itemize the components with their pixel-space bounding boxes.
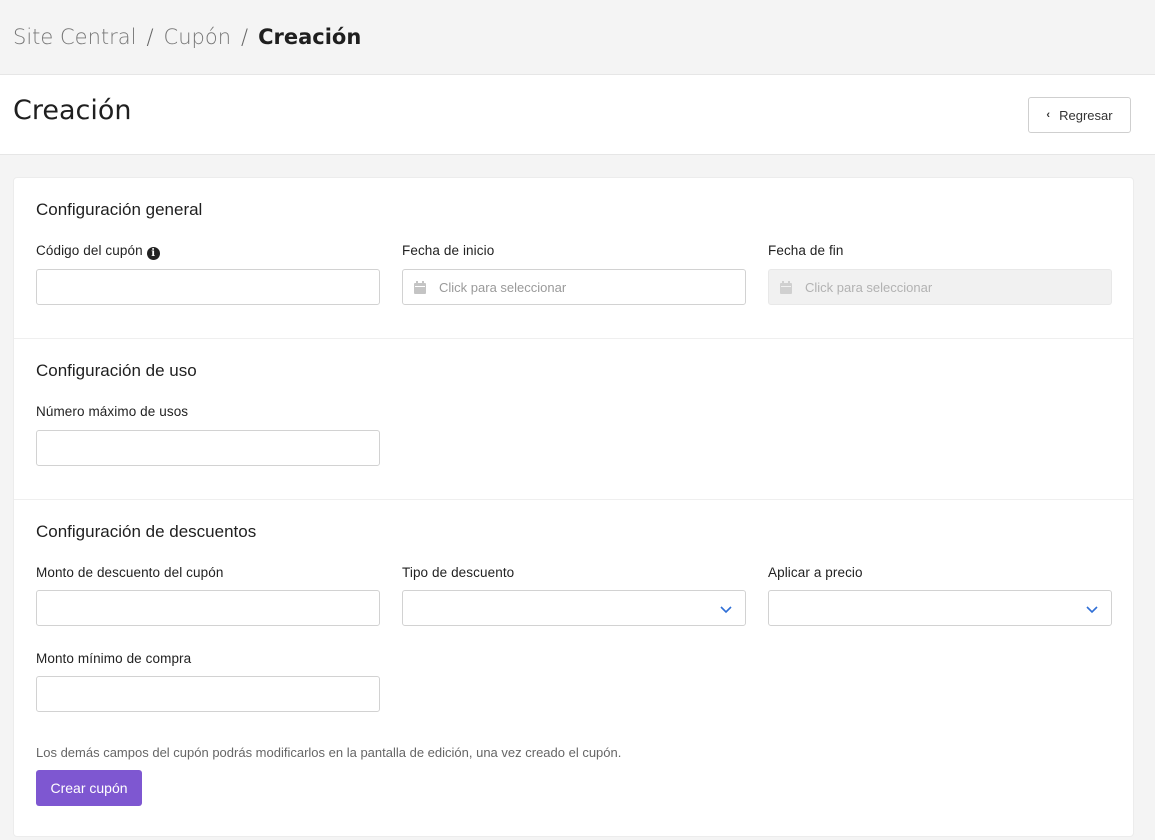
start-date-input[interactable] (403, 270, 745, 304)
max-uses-label: Número máximo de usos (36, 404, 189, 419)
apply-price-label: Aplicar a precio (768, 565, 863, 580)
coupon-code-field[interactable] (36, 269, 380, 305)
min-purchase-field[interactable] (36, 676, 380, 712)
discount-amount-input[interactable] (37, 591, 379, 625)
min-purchase-input[interactable] (37, 677, 379, 711)
breadcrumb-item-cupon[interactable]: Cupón (164, 25, 231, 49)
start-date-label: Fecha de inicio (402, 243, 495, 258)
coupon-code-label: Código del cupón i (36, 243, 160, 260)
chevron-down-icon (720, 606, 732, 614)
breadcrumb-separator: / (241, 25, 249, 49)
page-header: Creación ‹ Regresar (0, 75, 1155, 155)
end-date-input (769, 270, 1111, 304)
discount-amount-field[interactable] (36, 590, 380, 626)
coupon-code-input[interactable] (37, 270, 379, 304)
back-button[interactable]: ‹ Regresar (1028, 97, 1131, 133)
discount-type-label: Tipo de descuento (402, 565, 515, 580)
end-date-field (768, 269, 1112, 305)
start-date-field[interactable] (402, 269, 746, 305)
section-usage: Configuración de uso Número máximo de us… (14, 339, 1133, 500)
page-title: Creación (13, 95, 132, 126)
section-title-discounts: Configuración de descuentos (36, 522, 257, 541)
chevron-left-icon: ‹ (1046, 109, 1051, 121)
discount-amount-label: Monto de descuento del cupón (36, 565, 224, 580)
max-uses-input[interactable] (37, 431, 379, 465)
coupon-code-label-text: Código del cupón (36, 243, 143, 258)
min-purchase-label: Monto mínimo de compra (36, 651, 192, 666)
section-title-usage: Configuración de uso (36, 361, 197, 380)
breadcrumb: Site Central / Cupón / Creación (0, 0, 1155, 75)
calendar-icon (780, 281, 792, 294)
section-title-general: Configuración general (36, 200, 203, 219)
back-button-label: Regresar (1059, 107, 1113, 123)
breadcrumb-item-current: Creación (258, 25, 362, 49)
help-text: Los demás campos del cupón podrás modifi… (36, 745, 622, 760)
info-circle-icon[interactable]: i (146, 247, 160, 260)
section-discounts: Configuración de descuentos Monto de des… (14, 500, 1133, 840)
apply-price-select[interactable] (768, 590, 1112, 626)
create-coupon-button[interactable]: Crear cupón (36, 770, 142, 806)
end-date-label: Fecha de fin (768, 243, 844, 258)
section-general: Configuración general Código del cupón i … (14, 178, 1133, 339)
discount-type-select[interactable] (402, 590, 746, 626)
coupon-form-card: Configuración general Código del cupón i … (13, 177, 1134, 837)
max-uses-field[interactable] (36, 430, 380, 466)
breadcrumb-item-site-central[interactable]: Site Central (13, 25, 136, 49)
chevron-down-icon (1086, 606, 1098, 614)
breadcrumb-separator: / (146, 25, 154, 49)
calendar-icon (414, 281, 426, 294)
